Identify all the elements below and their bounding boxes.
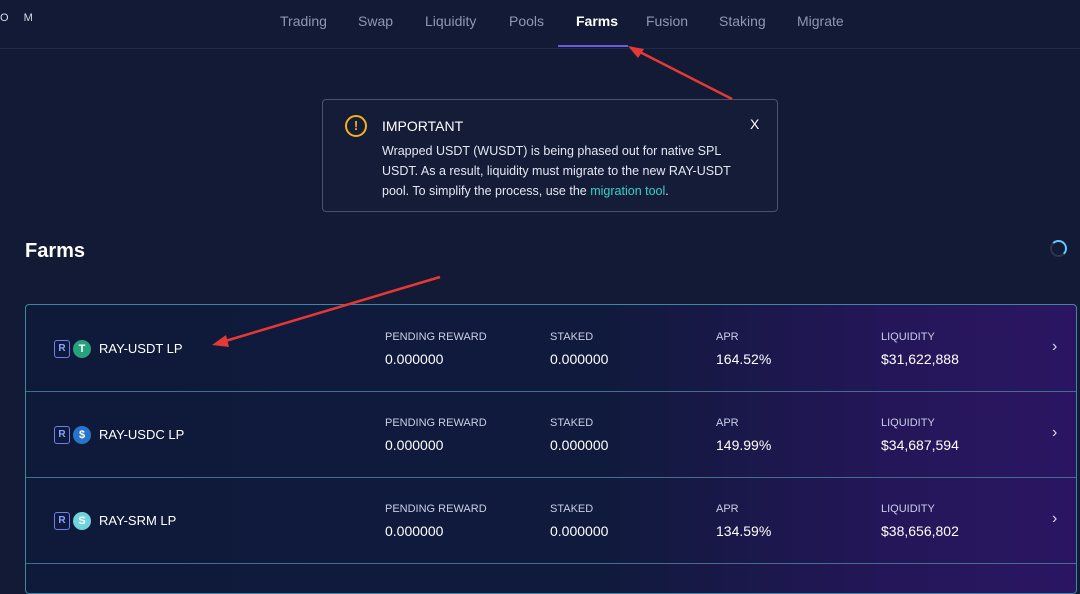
notice-body: Wrapped USDT (WUSDT) is being phased out… xyxy=(382,141,742,201)
apr-label: APR xyxy=(716,503,739,515)
pending-reward-value: 0.000000 xyxy=(385,523,444,539)
farm-row-ray-usdc[interactable]: R $ RAY-USDC LP PENDING REWARD 0.000000 … xyxy=(26,391,1076,478)
liquidity-value: $34,687,594 xyxy=(881,437,959,453)
nav-liquidity[interactable]: Liquidity xyxy=(425,13,476,29)
ray-icon: R xyxy=(54,512,70,530)
pair-icons: R $ xyxy=(54,426,94,444)
pending-reward-value: 0.000000 xyxy=(385,351,444,367)
apr-label: APR xyxy=(716,331,739,343)
important-notice: ! IMPORTANT X Wrapped USDT (WUSDT) is be… xyxy=(322,99,778,212)
pair-icons: R T xyxy=(54,340,94,358)
nav-pools[interactable]: Pools xyxy=(509,13,544,29)
chevron-right-icon[interactable]: › xyxy=(1052,338,1057,356)
nav-migrate[interactable]: Migrate xyxy=(797,13,844,29)
pair-icons: R S xyxy=(54,512,94,530)
chevron-right-icon[interactable]: › xyxy=(1052,424,1057,442)
farm-row-ray-srm[interactable]: R S RAY-SRM LP PENDING REWARD 0.000000 S… xyxy=(26,477,1076,564)
pair-name: RAY-SRM LP xyxy=(99,513,177,528)
staked-value: 0.000000 xyxy=(550,523,609,539)
staked-value: 0.000000 xyxy=(550,437,609,453)
liquidity-value: $31,622,888 xyxy=(881,351,959,367)
srm-icon: S xyxy=(73,512,91,530)
apr-label: APR xyxy=(716,417,739,429)
usdc-icon: $ xyxy=(73,426,91,444)
pair-name: RAY-USDC LP xyxy=(99,427,185,442)
pair-name: RAY-USDT LP xyxy=(99,341,183,356)
pending-reward-label: PENDING REWARD xyxy=(385,331,487,343)
apr-value: 134.59% xyxy=(716,523,772,539)
pending-reward-label: PENDING REWARD xyxy=(385,417,487,429)
liquidity-label: LIQUIDITY xyxy=(881,417,935,429)
staked-label: STAKED xyxy=(550,331,594,343)
notice-body-end: . xyxy=(665,184,669,198)
farms-table: R T RAY-USDT LP PENDING REWARD 0.000000 … xyxy=(25,304,1077,594)
annotation-arrow-farms-tab xyxy=(635,48,733,101)
nav-staking[interactable]: Staking xyxy=(719,13,766,29)
notice-title: IMPORTANT xyxy=(382,118,464,134)
ray-icon: R xyxy=(54,426,70,444)
ray-icon: R xyxy=(54,340,70,358)
staked-label: STAKED xyxy=(550,417,594,429)
warning-icon: ! xyxy=(345,115,367,137)
migration-tool-link[interactable]: migration tool xyxy=(590,184,665,198)
farm-row-ray-usdt[interactable]: R T RAY-USDT LP PENDING REWARD 0.000000 … xyxy=(26,305,1076,392)
liquidity-label: LIQUIDITY xyxy=(881,503,935,515)
notice-body-text: Wrapped USDT (WUSDT) is being phased out… xyxy=(382,144,731,198)
apr-value: 164.52% xyxy=(716,351,772,367)
staked-value: 0.000000 xyxy=(550,351,609,367)
nav-trading[interactable]: Trading xyxy=(280,13,327,29)
nav-fusion[interactable]: Fusion xyxy=(646,13,688,29)
pending-reward-label: PENDING REWARD xyxy=(385,503,487,515)
active-tab-indicator xyxy=(558,45,628,47)
pending-reward-value: 0.000000 xyxy=(385,437,444,453)
liquidity-label: LIQUIDITY xyxy=(881,331,935,343)
staked-label: STAKED xyxy=(550,503,594,515)
top-nav: Trading Swap Liquidity Pools Farms Fusio… xyxy=(0,0,1080,49)
usdt-icon: T xyxy=(73,340,91,358)
refresh-spinner-icon[interactable] xyxy=(1050,240,1067,257)
close-icon[interactable]: X xyxy=(750,116,759,132)
apr-value: 149.99% xyxy=(716,437,772,453)
nav-swap[interactable]: Swap xyxy=(358,13,393,29)
chevron-right-icon[interactable]: › xyxy=(1052,510,1057,528)
page-title: Farms xyxy=(25,240,86,262)
liquidity-value: $38,656,802 xyxy=(881,523,959,539)
nav-farms[interactable]: Farms xyxy=(576,13,618,29)
